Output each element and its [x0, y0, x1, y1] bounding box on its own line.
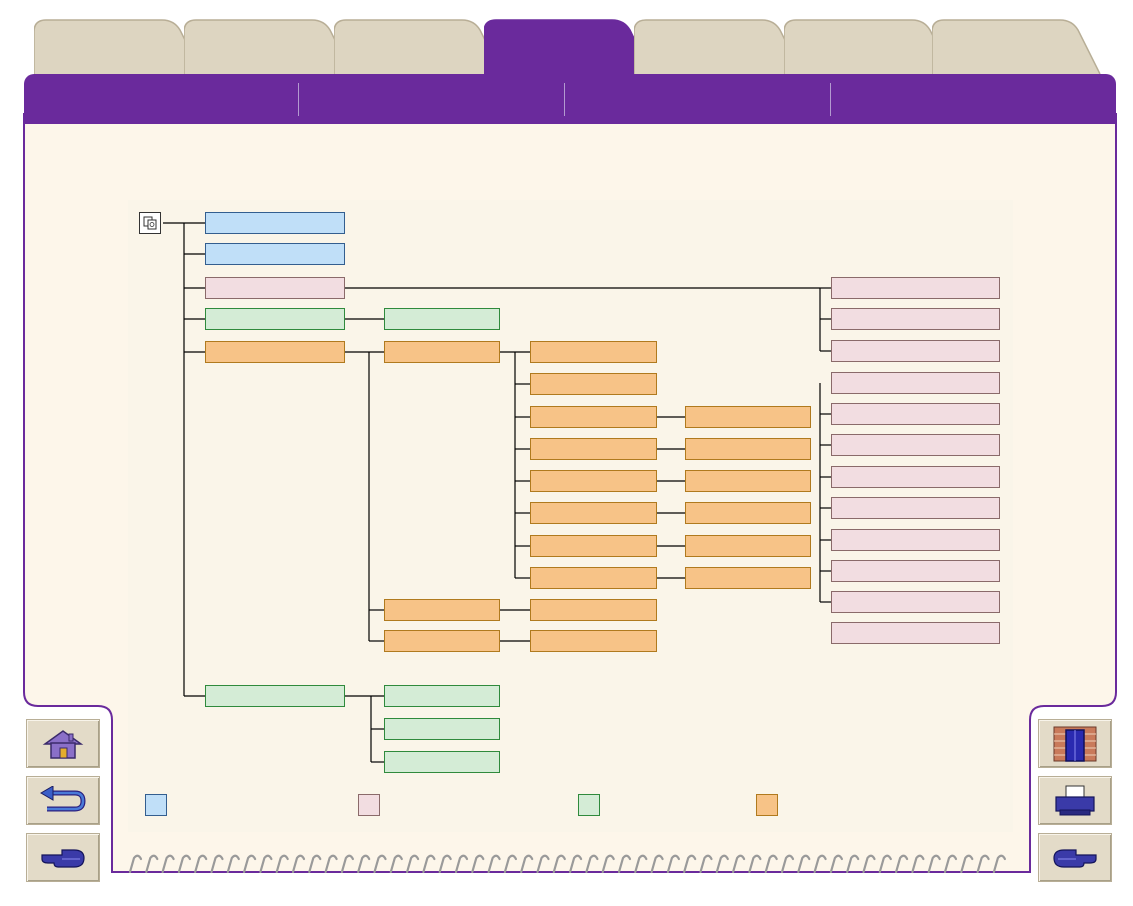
print-button[interactable] — [1038, 776, 1112, 825]
pointing-hand-left-icon — [41, 848, 85, 868]
printer-icon — [1055, 785, 1095, 815]
pointing-hand-right-icon — [1053, 848, 1097, 868]
home-icon — [42, 729, 84, 759]
home-button[interactable] — [26, 719, 100, 768]
back-button[interactable] — [26, 776, 100, 825]
back-arrow-icon — [40, 785, 86, 811]
door-icon — [1053, 726, 1097, 762]
spiral-binding — [128, 854, 1006, 874]
index-button[interactable] — [1038, 719, 1112, 768]
previous-page-button[interactable] — [26, 833, 100, 882]
next-page-button[interactable] — [1038, 833, 1112, 882]
